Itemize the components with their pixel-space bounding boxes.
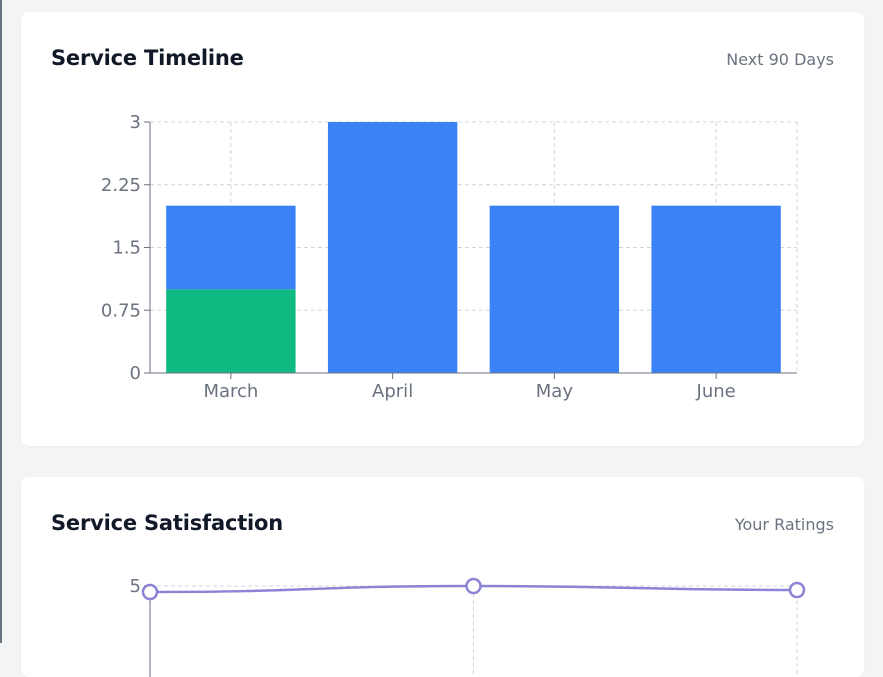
x-tick-label: June	[696, 381, 736, 402]
bar	[327, 122, 458, 373]
y-tick-label: 0.75	[101, 300, 141, 321]
x-tick-label: May	[536, 381, 574, 402]
service-timeline-chart: 0 0.75 1.5 2.25 3 March April May June	[101, 112, 798, 402]
service-satisfaction-chart: 5	[130, 576, 806, 677]
y-tick-label: 1.5	[112, 238, 141, 259]
bar	[651, 205, 781, 373]
y-tick-label: 0	[130, 363, 141, 384]
data-point	[141, 583, 159, 601]
data-point	[465, 577, 482, 595]
x-tick-label: April	[372, 381, 413, 402]
bar	[166, 289, 296, 373]
bar	[489, 205, 620, 373]
window-left-edge	[0, 0, 2, 643]
y-tick-label: 2.25	[101, 175, 141, 196]
x-tick-label: March	[203, 381, 258, 402]
bar	[166, 205, 296, 290]
service-satisfaction-card: Service Satisfaction Your Ratings 5	[21, 477, 864, 677]
service-timeline-card: Service Timeline Next 90 Days 0 0.75 1.5 2.…	[21, 12, 864, 446]
y-tick-label: 5	[130, 576, 141, 597]
data-point	[788, 581, 806, 599]
y-tick-label: 3	[130, 112, 141, 133]
